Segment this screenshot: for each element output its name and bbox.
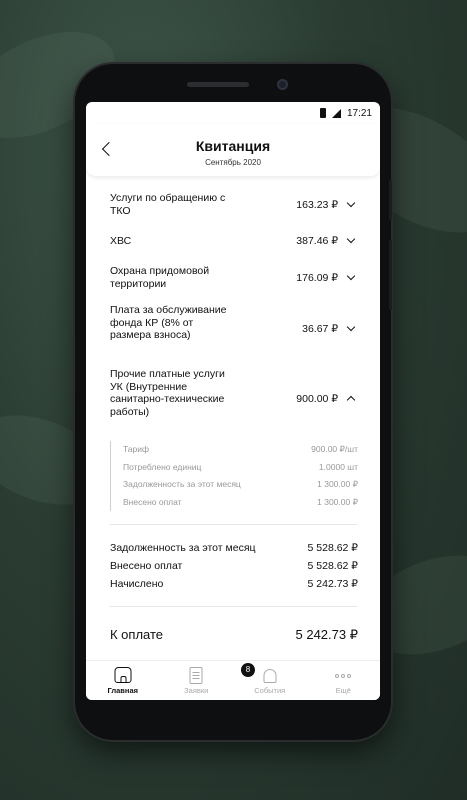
tab-label: Ещё — [335, 686, 351, 695]
page-header: Квитанция Сентябрь 2020 — [86, 124, 380, 176]
charge-item-amount: 163.23 ₽ — [296, 199, 338, 211]
tab-label: Главная — [107, 686, 138, 695]
detail-row: Задолженность за этот месяц 1 300.00 ₽ — [111, 476, 358, 494]
tab-requests[interactable]: Заявки — [160, 661, 234, 700]
more-icon — [335, 674, 352, 678]
notification-badge: 8 — [241, 663, 255, 677]
detail-row: Внесено оплат 1 300.00 ₽ — [111, 494, 358, 512]
summary-value: 5 528.62 ₽ — [307, 560, 358, 572]
detail-label: Потреблено единиц — [123, 461, 202, 472]
status-time: 17:21 — [346, 107, 372, 119]
summary-row: Начислено 5 242.73 ₽ — [110, 578, 358, 590]
chevron-up-icon[interactable] — [346, 395, 356, 405]
charge-item-label: Плата за обслуживание фонда КР (8% от ра… — [110, 304, 227, 341]
tab-label: События — [254, 686, 286, 695]
total-to-pay: К оплате 5 242.73 ₽ — [110, 627, 358, 642]
charge-item-label: Услуги по обращению с ТКО — [110, 192, 226, 217]
detail-value: 1.0000 шт — [318, 461, 358, 472]
charge-item-label: ХВС — [110, 235, 132, 247]
bell-icon — [263, 669, 277, 683]
detail-value: 1 300.00 ₽ — [317, 496, 358, 507]
chevron-down-icon[interactable] — [346, 271, 356, 281]
summary-row: Внесено оплат 5 528.62 ₽ — [110, 560, 358, 572]
tab-home[interactable]: Главная — [86, 661, 160, 700]
detail-value: 900.00 ₽/шт — [311, 444, 358, 454]
detail-label: Задолженность за этот месяц — [123, 479, 241, 489]
divider — [110, 606, 357, 607]
tab-label: Заявки — [184, 686, 209, 695]
detail-value: 1 300.00 ₽ — [317, 479, 358, 489]
charge-item-amount: 176.09 ₽ — [296, 272, 338, 284]
charge-item-label: Прочие платные услуги УК (Внутренние сан… — [110, 368, 225, 418]
phone-side-button — [389, 240, 392, 310]
detail-label: Внесено оплат — [123, 496, 182, 507]
summary-value: 5 242.73 ₽ — [307, 578, 358, 590]
chevron-down-icon[interactable] — [346, 198, 356, 208]
home-icon — [114, 667, 132, 683]
battery-icon — [319, 108, 326, 118]
page-title: Квитанция — [195, 138, 271, 154]
summary-label: Внесено оплат — [110, 560, 183, 572]
detail-label: Тариф — [123, 444, 150, 454]
summary-label: Задолженность за этот месяц — [110, 542, 256, 554]
phone-camera — [277, 79, 288, 90]
app-screen: 17:21 Квитанция Сентябрь 2020 Услуги по … — [86, 102, 380, 700]
phone-side-button — [389, 180, 392, 220]
summary-value: 5 528.62 ₽ — [307, 542, 358, 554]
phone-speaker — [187, 82, 249, 87]
total-label: К оплате — [110, 627, 164, 642]
divider — [110, 524, 357, 525]
summary-label: Начислено — [110, 578, 164, 590]
page-subtitle: Сентябрь 2020 — [205, 158, 261, 167]
summary-row: Задолженность за этот месяц 5 528.62 ₽ — [110, 542, 358, 554]
status-bar: 17:21 — [86, 102, 380, 124]
charge-item-amount: 387.46 ₽ — [296, 235, 338, 247]
bottom-tab-bar: Главная Заявки События Ещё 8 — [86, 660, 380, 700]
charge-item-amount: 36.67 ₽ — [302, 323, 338, 335]
total-value: 5 242.73 ₽ — [295, 627, 359, 642]
detail-row: Тариф 900.00 ₽/шт — [111, 441, 358, 459]
signal-icon — [331, 108, 341, 118]
charge-item-label: Охрана придомовой территории — [110, 265, 210, 290]
detail-row: Потреблено единиц 1.0000 шт — [111, 459, 358, 477]
charge-details: Тариф 900.00 ₽/шт Потреблено единиц 1.00… — [110, 441, 358, 511]
chevron-down-icon[interactable] — [346, 322, 356, 332]
requests-icon — [189, 667, 203, 684]
charge-item-amount: 900.00 ₽ — [296, 393, 338, 405]
tab-more[interactable]: Ещё — [307, 661, 381, 700]
chevron-down-icon[interactable] — [346, 234, 356, 244]
